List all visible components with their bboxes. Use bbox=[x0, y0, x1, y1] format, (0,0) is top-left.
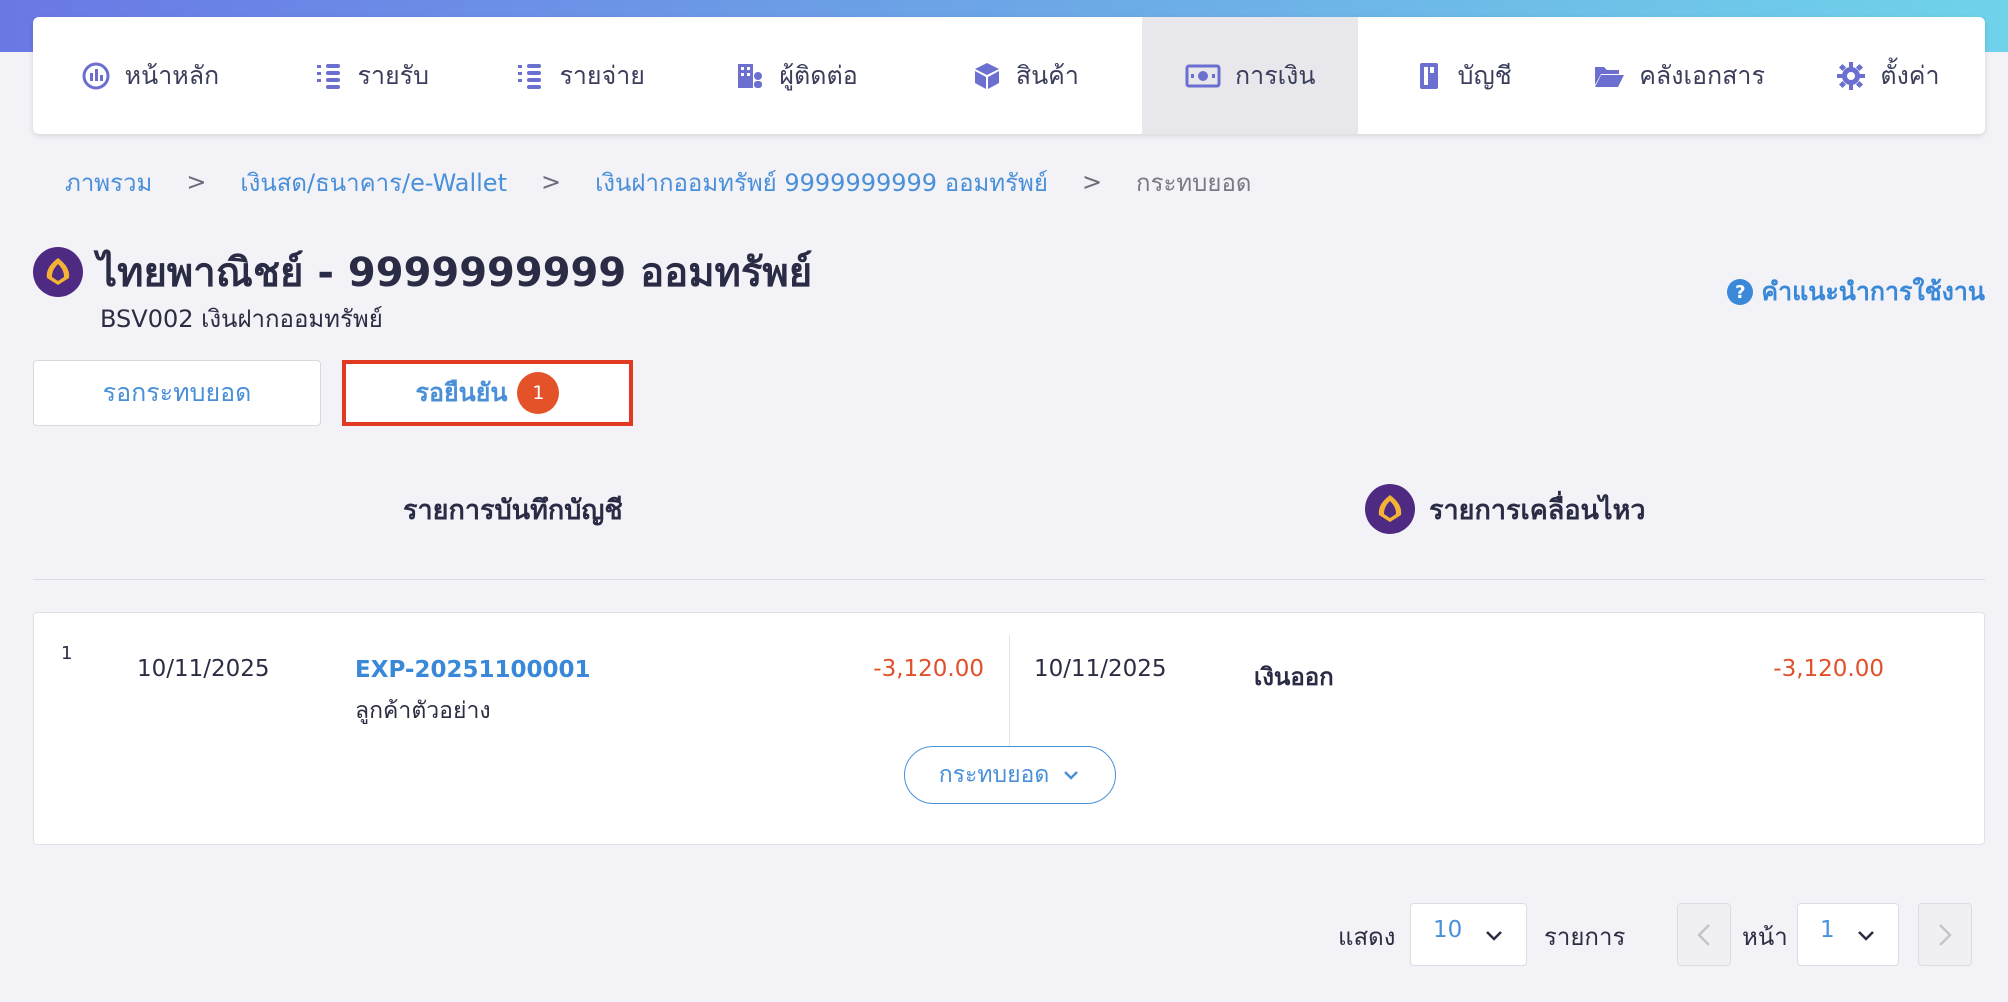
count-badge: 1 bbox=[517, 372, 560, 414]
header-divider bbox=[33, 579, 1985, 580]
breadcrumb-separator: > bbox=[540, 168, 562, 196]
help-label: คำแนะนำการใช้งาน bbox=[1761, 277, 1985, 306]
row-number: 1 bbox=[61, 643, 73, 664]
movement-date: 10/11/2025 bbox=[1034, 656, 1167, 682]
nav-item-products[interactable]: สินค้า bbox=[909, 17, 1143, 134]
column-header-movements: รายการเคลื่อนไหว bbox=[1365, 484, 1646, 534]
next-page-button[interactable] bbox=[1918, 903, 1972, 966]
bank-logo bbox=[1365, 484, 1415, 534]
tab-label: รอกระทบยอด bbox=[102, 378, 252, 407]
page-size-select[interactable]: 10 bbox=[1410, 903, 1527, 966]
column-header-label: รายการเคลื่อนไหว bbox=[1429, 494, 1646, 526]
nav-item-label: คลังเอกสาร bbox=[1639, 60, 1765, 90]
column-header-book-entries: รายการบันทึกบัญชี bbox=[403, 488, 623, 531]
nav-item-label: รายรับ bbox=[357, 60, 429, 90]
movement-amount: -3,120.00 bbox=[1773, 656, 1884, 682]
box-icon bbox=[974, 62, 999, 89]
help-link[interactable]: ? คำแนะนำการใช้งาน bbox=[1727, 272, 1985, 312]
page-size-value: 10 bbox=[1433, 917, 1463, 943]
nav-item-label: ผู้ติดต่อ bbox=[779, 60, 858, 90]
dashboard-icon bbox=[82, 62, 110, 89]
coins-stack-icon bbox=[518, 63, 542, 89]
nav-item-label: รายจ่าย bbox=[559, 60, 645, 90]
tab-pending-confirm[interactable]: รอยืนยัน 1 bbox=[342, 360, 633, 426]
chevron-left-icon bbox=[1697, 923, 1710, 946]
reconcile-button-label: กระทบยอด bbox=[938, 762, 1050, 788]
bank-emblem-icon bbox=[46, 258, 70, 285]
column-divider bbox=[1009, 635, 1010, 763]
nav-item-label: ตั้งค่า bbox=[1880, 60, 1940, 90]
nav-item-label: การเงิน bbox=[1235, 60, 1316, 90]
account-subtitle: BSV002 เงินฝากออมทรัพย์ bbox=[100, 305, 383, 333]
contact-name: ลูกค้าตัวอย่าง bbox=[355, 698, 491, 724]
nav-item-documents[interactable]: คลังเอกสาร bbox=[1567, 17, 1791, 134]
breadcrumb-separator: > bbox=[186, 168, 207, 196]
breadcrumb-overview[interactable]: ภาพรวม bbox=[65, 163, 152, 202]
chevron-down-icon bbox=[1486, 931, 1502, 941]
page-select[interactable]: 1 bbox=[1797, 903, 1899, 966]
book-date: 10/11/2025 bbox=[137, 656, 270, 682]
ledger-book-icon bbox=[1419, 62, 1438, 89]
nav-item-expense[interactable]: รายจ่าย bbox=[476, 17, 685, 134]
nav-item-income[interactable]: รายรับ bbox=[267, 17, 476, 134]
nav-item-contacts[interactable]: ผู้ติดต่อ bbox=[685, 17, 909, 134]
bank-logo bbox=[33, 247, 83, 297]
breadcrumb-cash-bank[interactable]: เงินสด/ธนาคาร/e-Wallet bbox=[240, 163, 507, 202]
breadcrumb-separator: > bbox=[1081, 168, 1103, 196]
page-title: ไทยพาณิชย์ - 9999999999 ออมทรัพย์ bbox=[97, 250, 813, 296]
nav-item-settings[interactable]: ตั้งค่า bbox=[1791, 17, 1985, 134]
folder-open-icon bbox=[1595, 66, 1625, 87]
coins-stack-icon bbox=[316, 63, 340, 89]
gear-icon bbox=[1837, 61, 1866, 90]
nav-item-label: บัญชี bbox=[1457, 60, 1512, 90]
page-label: หน้า bbox=[1742, 923, 1788, 951]
nav-item-accounting[interactable]: บัญชี bbox=[1358, 17, 1567, 134]
chevron-down-icon bbox=[1858, 931, 1874, 941]
reconcile-row-card: 1 10/11/2025 EXP-20251100001 ลูกค้าตัวอย… bbox=[33, 612, 1985, 845]
column-header-label: รายการบันทึกบัญชี bbox=[403, 495, 623, 526]
main-nav: หน้าหลัก รายรับ รายจ่าย ผู้ติดต่อ สินค้า… bbox=[33, 17, 1985, 134]
prev-page-button[interactable] bbox=[1677, 903, 1731, 966]
items-label: รายการ bbox=[1544, 923, 1626, 951]
breadcrumb-account[interactable]: เงินฝากออมทรัพย์ 9999999999 ออมทรัพย์ bbox=[595, 163, 1048, 202]
movement-type: เงินออก bbox=[1254, 663, 1334, 691]
nav-item-label: หน้าหลัก bbox=[124, 60, 220, 90]
book-amount: -3,120.00 bbox=[873, 656, 984, 682]
breadcrumb: ภาพรวม > เงินสด/ธนาคาร/e-Wallet > เงินฝา… bbox=[65, 164, 1251, 200]
page-header: ไทยพาณิชย์ - 9999999999 ออมทรัพย์ bbox=[33, 240, 812, 304]
document-link[interactable]: EXP-20251100001 bbox=[355, 657, 590, 683]
nav-item-finance[interactable]: การเงิน bbox=[1142, 17, 1359, 134]
money-bill-icon bbox=[1185, 64, 1221, 87]
chevron-down-icon bbox=[1064, 771, 1079, 780]
show-label: แสดง bbox=[1338, 923, 1396, 951]
building-user-icon bbox=[738, 63, 763, 88]
page-value: 1 bbox=[1820, 917, 1835, 943]
tab-label: รอยืนยัน bbox=[415, 378, 508, 407]
reconcile-button[interactable]: กระทบยอด bbox=[904, 746, 1116, 804]
breadcrumb-current: กระทบยอด bbox=[1136, 168, 1252, 197]
bank-emblem-icon bbox=[1378, 495, 1402, 522]
nav-item-label: สินค้า bbox=[1015, 60, 1079, 90]
question-circle-icon: ? bbox=[1727, 279, 1754, 305]
chevron-right-icon bbox=[1939, 923, 1952, 946]
nav-item-home[interactable]: หน้าหลัก bbox=[33, 17, 267, 134]
tab-pending-reconcile[interactable]: รอกระทบยอด bbox=[33, 360, 321, 426]
